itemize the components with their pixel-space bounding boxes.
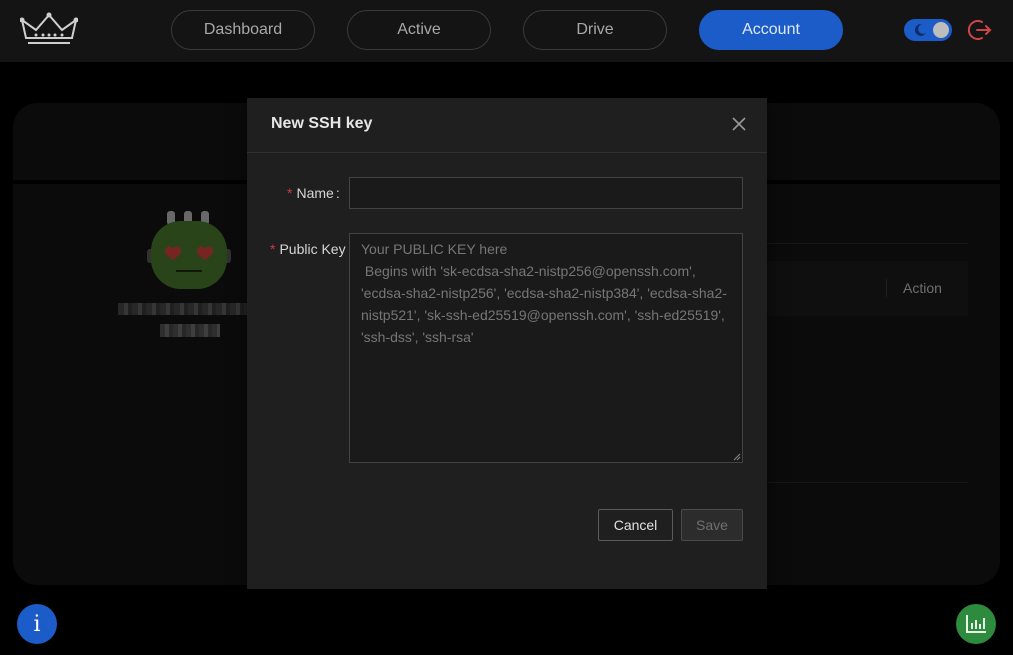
- required-marker: *: [270, 241, 276, 257]
- required-marker: *: [287, 185, 293, 201]
- tab-active[interactable]: Active: [347, 10, 491, 50]
- resize-handle-icon[interactable]: [733, 453, 741, 461]
- bar-chart-icon: [966, 615, 986, 633]
- crown-icon[interactable]: [20, 12, 78, 48]
- top-navigation-bar: Dashboard Active Drive Account: [0, 0, 1013, 62]
- close-icon[interactable]: [731, 116, 747, 132]
- moon-icon: [914, 23, 926, 36]
- toggle-knob: [933, 22, 949, 38]
- theme-toggle[interactable]: [904, 19, 952, 41]
- name-label-colon: :: [335, 185, 340, 201]
- public-key-label-text: Public Key: [279, 241, 346, 257]
- dialog-header: New SSH key: [247, 98, 767, 153]
- public-key-field[interactable]: [349, 233, 743, 463]
- cancel-button[interactable]: Cancel: [598, 509, 673, 541]
- name-label-text: Name: [296, 185, 334, 201]
- save-button[interactable]: Save: [681, 509, 743, 541]
- logout-icon[interactable]: [966, 17, 992, 43]
- name-label: * Name:: [287, 185, 340, 201]
- stats-button[interactable]: [956, 604, 996, 644]
- new-ssh-key-dialog: New SSH key *Name: *Public Key Cancel Sa…: [247, 98, 767, 589]
- public-key-label: * Public Key: [270, 241, 346, 257]
- tab-dashboard[interactable]: Dashboard: [171, 10, 315, 50]
- info-icon: i: [33, 611, 41, 637]
- dialog-title: New SSH key: [271, 115, 373, 132]
- tab-account[interactable]: Account: [699, 10, 843, 50]
- tab-drive[interactable]: Drive: [523, 10, 667, 50]
- info-button[interactable]: i: [17, 604, 57, 644]
- name-field[interactable]: [349, 177, 743, 209]
